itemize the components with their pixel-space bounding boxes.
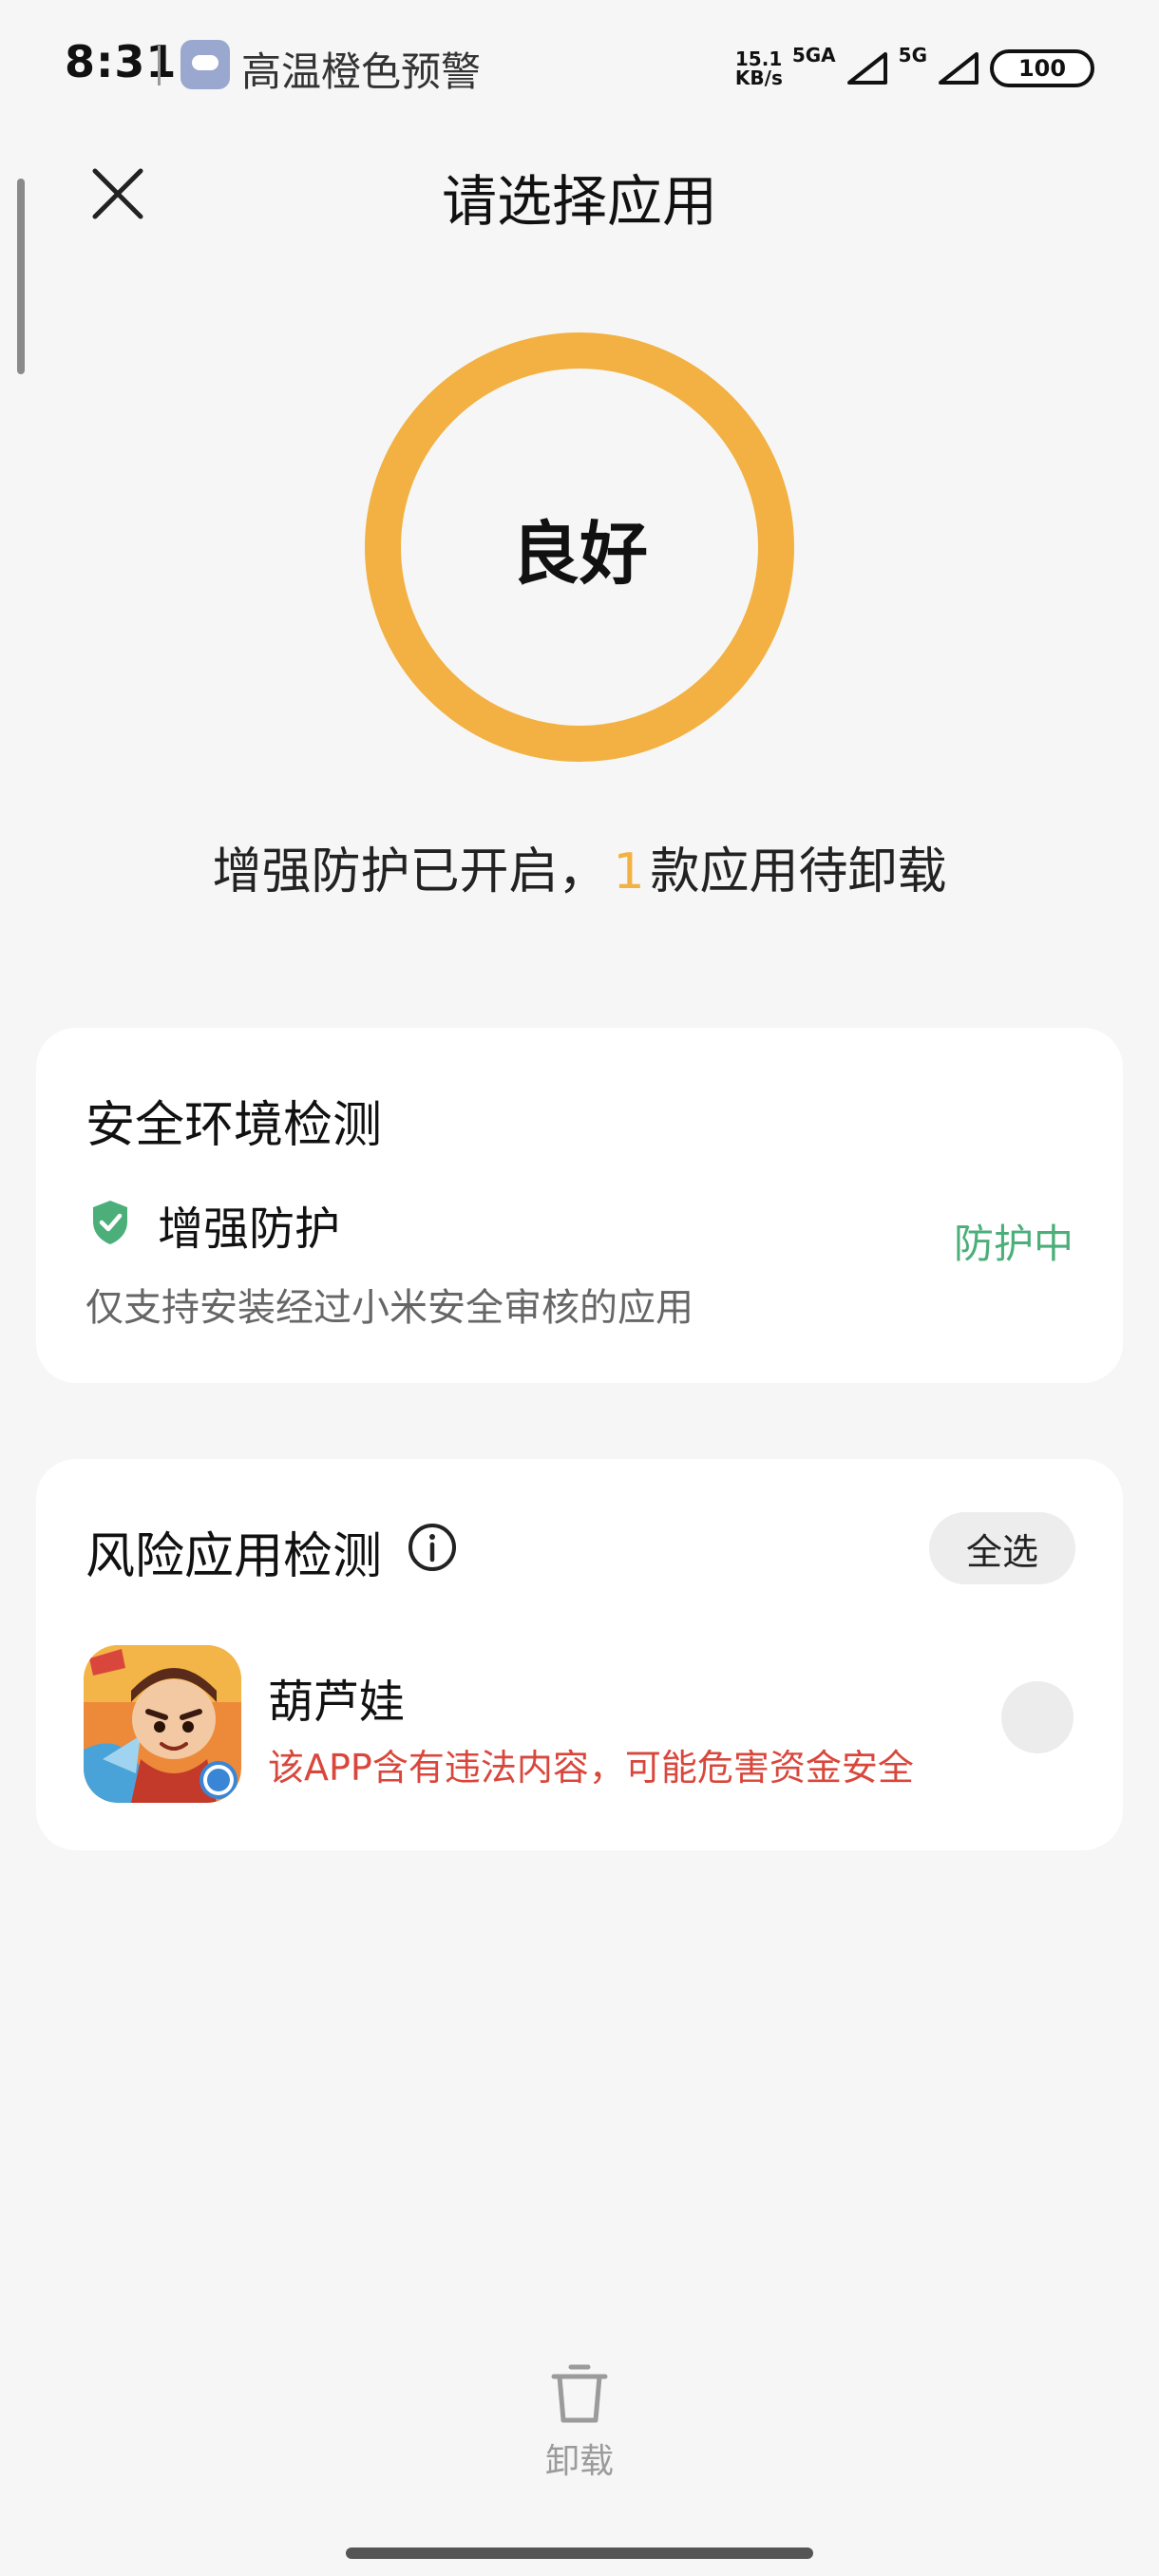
risk-app-card: 风险应用检测 全选 葫芦娃 该APP含有违法内容，可能危害资金安全	[36, 1459, 1123, 1850]
info-icon[interactable]	[407, 1522, 458, 1573]
security-status-text: 良好	[510, 513, 648, 594]
app-risk-warning: 该APP含有违法内容，可能危害资金安全	[268, 1747, 914, 1789]
signal-icon	[846, 52, 887, 85]
summary-prefix: 增强防护已开启，	[212, 843, 608, 900]
security-card-title: 安全环境检测	[86, 1097, 383, 1154]
protection-summary: 增强防护已开启， 1 款应用待卸载	[0, 831, 1159, 902]
network-type-1: 5GA	[791, 44, 836, 66]
status-divider	[158, 46, 161, 85]
weather-alert-text: 高温橙色预警	[241, 48, 482, 95]
security-environment-card: 安全环境检测 增强防护 仅支持安装经过小米安全审核的应用 防护中	[36, 1028, 1123, 1383]
app-icon-huluwa	[84, 1645, 241, 1803]
pending-uninstall-count: 1	[613, 843, 645, 900]
uninstall-label: 卸载	[544, 2442, 614, 2481]
status-bar: 8:31 高温橙色预警 15.1 KB/s 5GA 5G 100	[0, 0, 1159, 133]
page-title: 请选择应用	[441, 169, 717, 234]
shield-check-icon	[93, 1201, 127, 1244]
weather-alert-icon	[180, 40, 230, 89]
network-speed: 15.1 KB/s	[735, 49, 783, 87]
risk-card-title: 风险应用检测	[86, 1528, 383, 1585]
status-indicators: 15.1 KB/s 5GA 5G 100	[735, 42, 1094, 95]
network-type-2: 5G	[898, 44, 927, 66]
enhanced-protection-label: 增强防护	[158, 1203, 341, 1256]
signal-icon	[939, 52, 978, 85]
network-speed-value: 15.1	[734, 47, 783, 70]
summary-suffix: 款应用待卸载	[650, 843, 947, 900]
trash-icon	[551, 2364, 608, 2423]
security-status-ring: 良好	[365, 332, 794, 762]
network-speed-unit: KB/s	[734, 66, 783, 89]
app-name: 葫芦娃	[268, 1676, 406, 1729]
uninstall-button[interactable]: 卸载	[532, 2361, 627, 2485]
select-all-button[interactable]: 全选	[929, 1512, 1075, 1584]
app-select-checkbox[interactable]	[1001, 1681, 1074, 1753]
protection-status: 防护中	[953, 1221, 1074, 1267]
enhanced-protection-description: 仅支持安装经过小米安全审核的应用	[86, 1286, 694, 1330]
battery-indicator: 100	[990, 49, 1094, 87]
home-indicator[interactable]	[346, 2548, 813, 2559]
